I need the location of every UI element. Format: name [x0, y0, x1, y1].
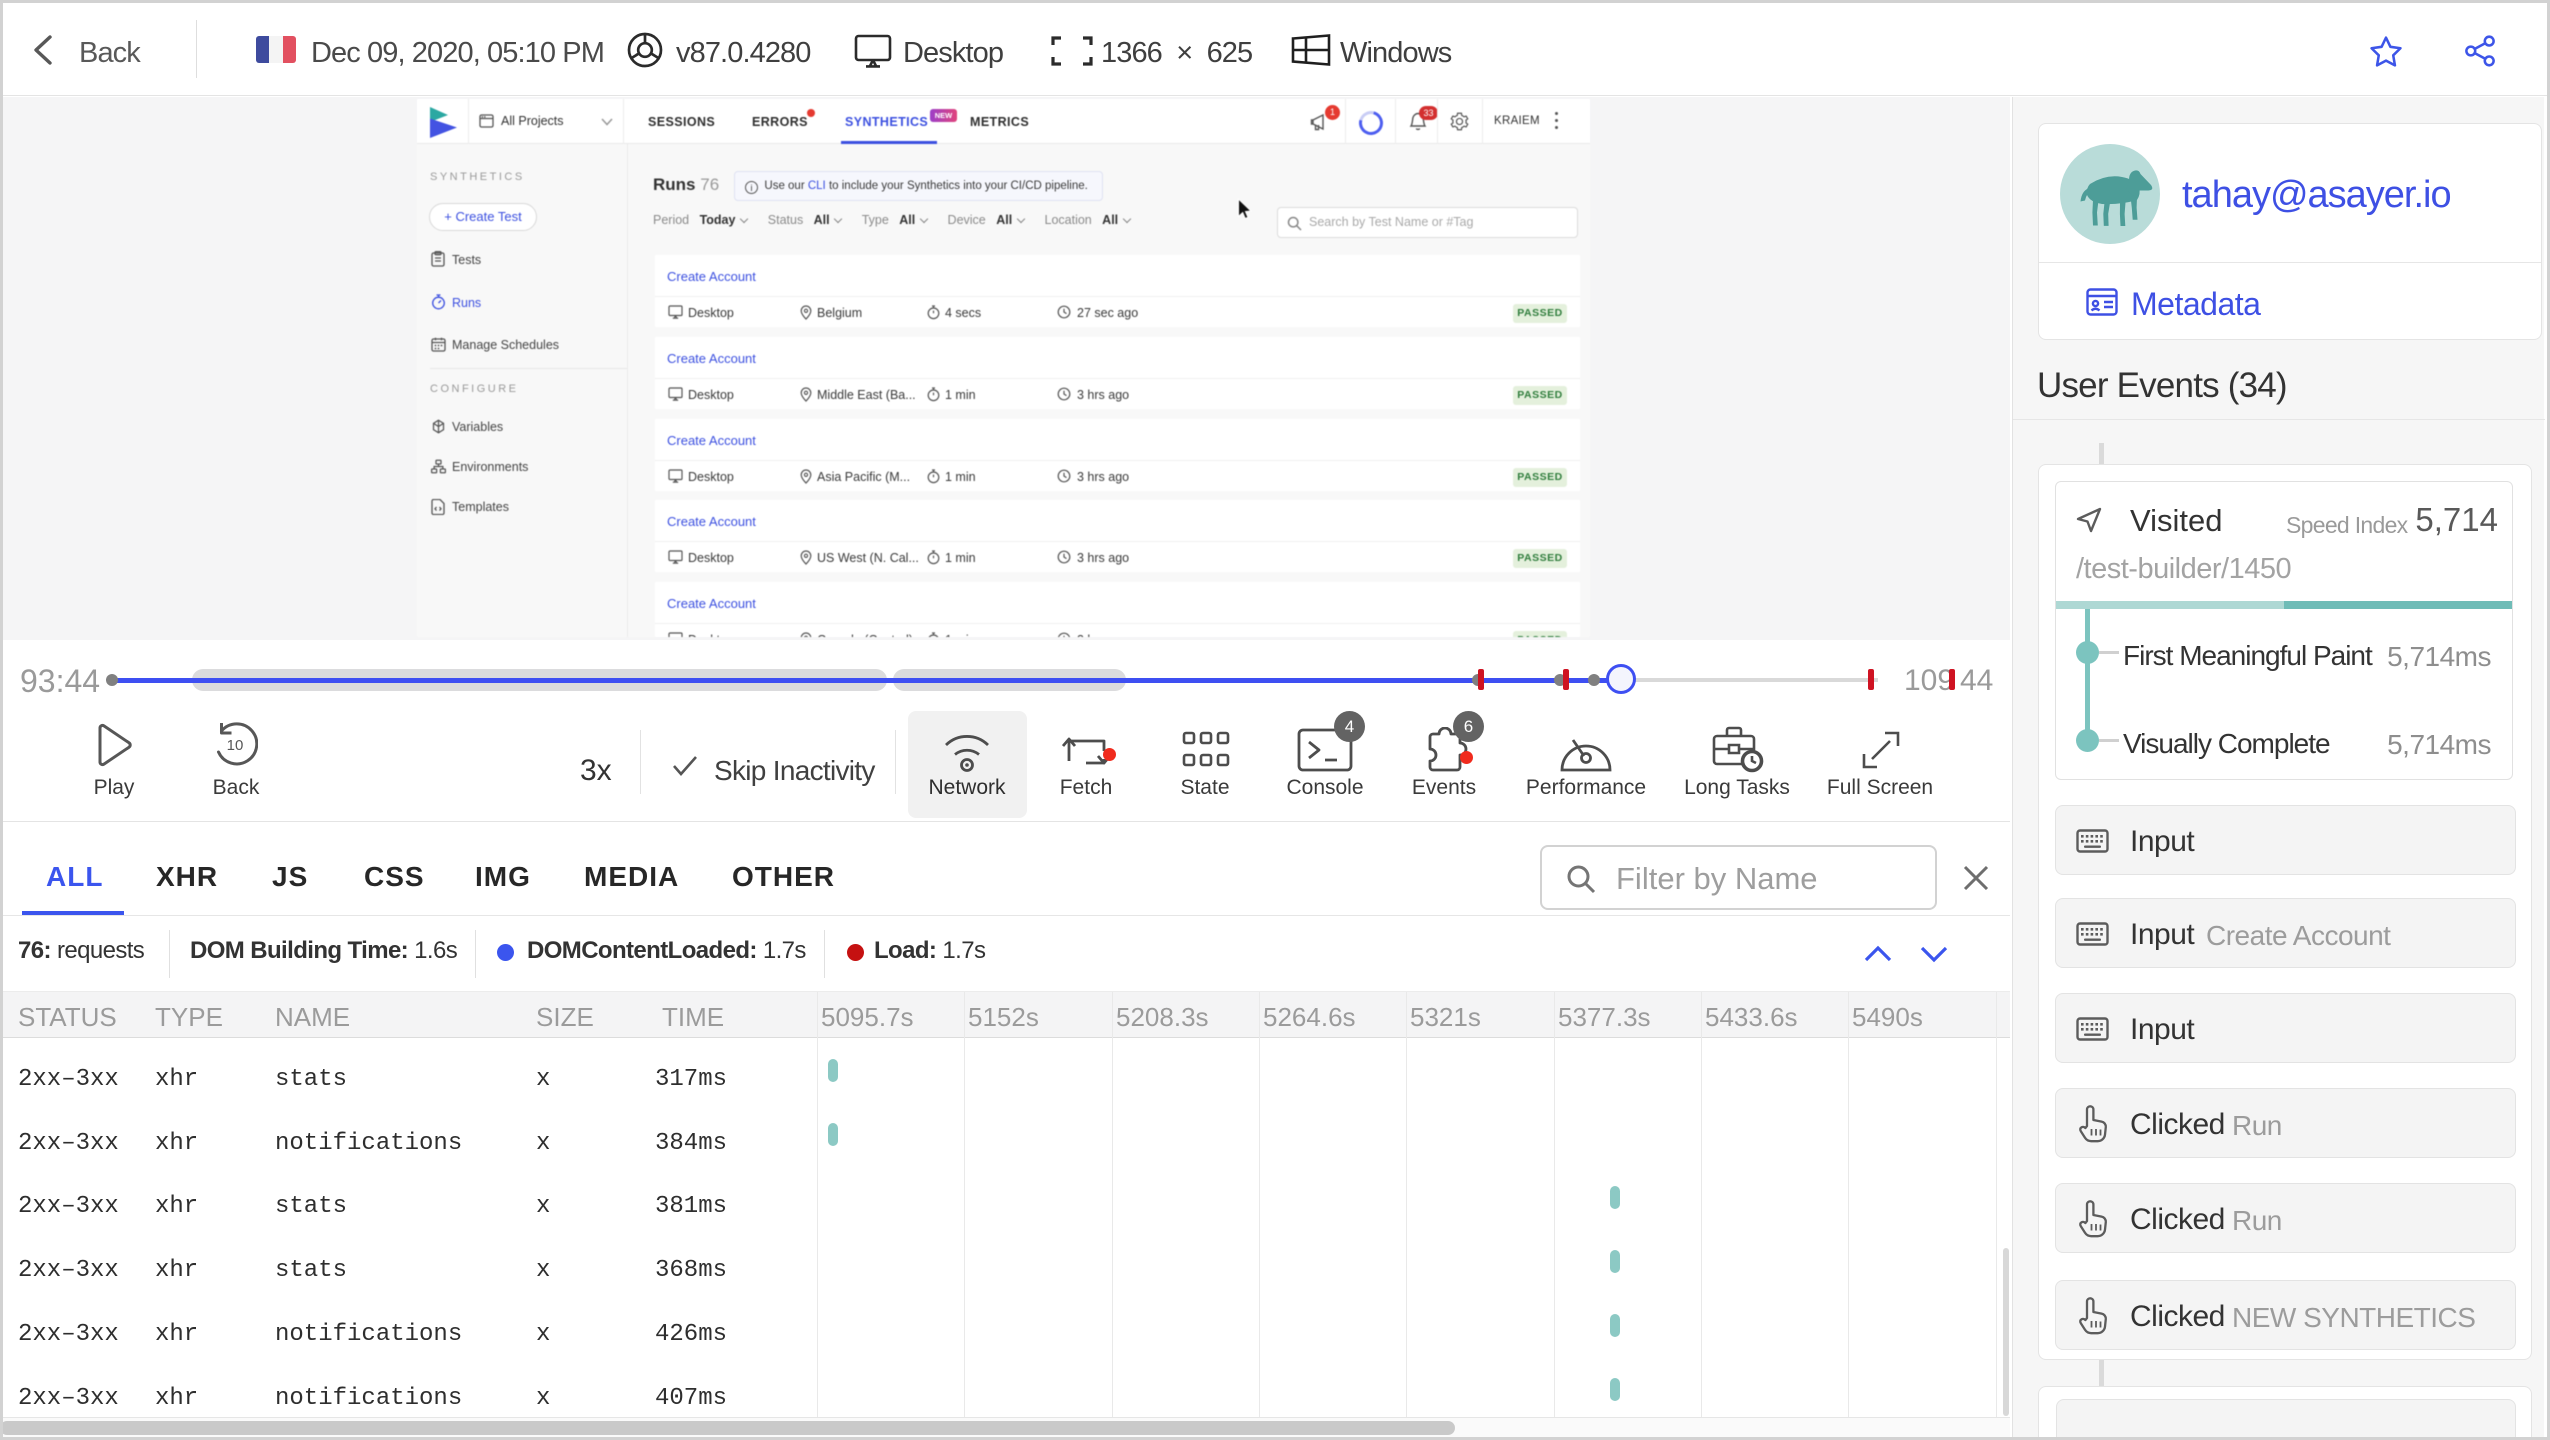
svg-text:10: 10 [227, 737, 244, 754]
